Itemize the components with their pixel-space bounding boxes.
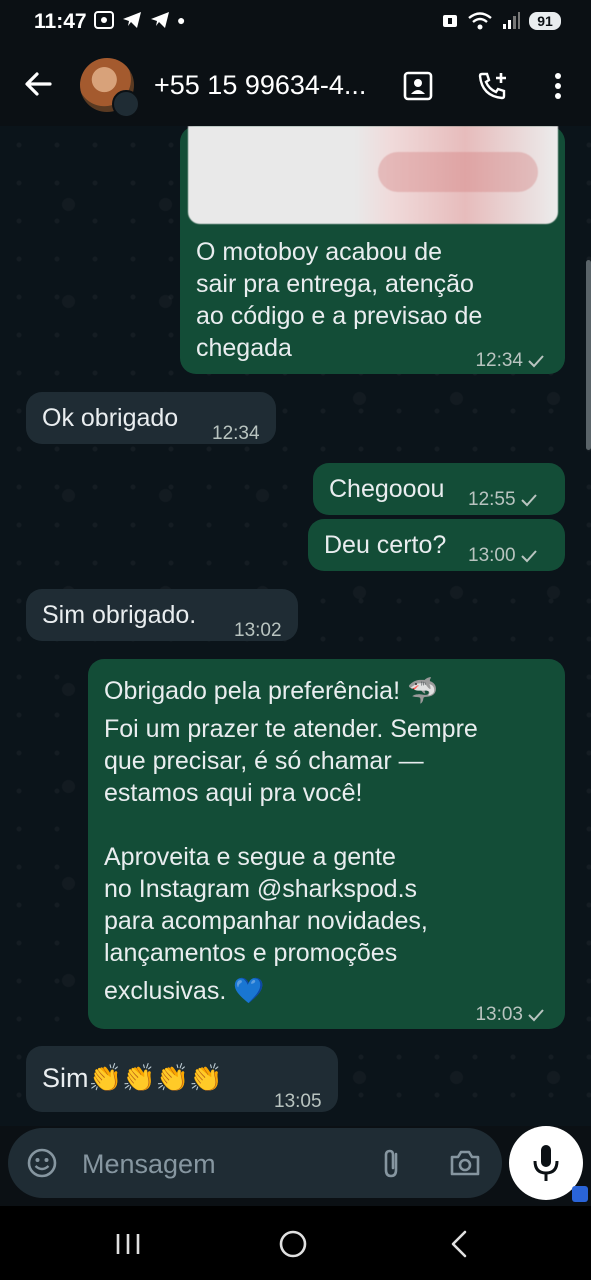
message-text: Chegooou	[329, 475, 445, 503]
dot-icon: ●	[177, 12, 186, 28]
system-icons: 91	[441, 11, 561, 31]
image-preview[interactable]	[188, 126, 558, 224]
message-time: 13:02	[234, 620, 282, 641]
chat-area[interactable]: O motoboy acabou de sair pra entrega, at…	[0, 126, 591, 1126]
sent-check-icon	[528, 1009, 544, 1022]
message-text-line: que precisar, é só chamar —	[104, 747, 424, 775]
message-bubble-outgoing[interactable]: Chegooou 12:55	[313, 463, 565, 515]
message-time: 12:34	[212, 423, 260, 444]
screenshot-icon	[94, 11, 114, 29]
message-text-line: ao código e a previsao de	[196, 302, 483, 330]
message-bubble-incoming[interactable]: Sim obrigado. 13:02	[26, 589, 298, 641]
sent-check-icon	[520, 550, 537, 563]
more-vertical-icon[interactable]	[540, 68, 576, 104]
status-time: 11:47	[34, 10, 87, 33]
camera-icon[interactable]	[448, 1146, 482, 1180]
message-bubble-outgoing[interactable]: O motoboy acabou de sair pra entrega, at…	[180, 126, 565, 374]
message-text-line: estamos aqui pra você!	[104, 779, 363, 807]
message-time: 13:03	[475, 999, 545, 1031]
sent-check-icon	[520, 494, 537, 507]
chat-header: +55 15 99634-4...	[0, 46, 591, 126]
sim-icon	[443, 15, 457, 27]
message-time: 12:55	[468, 484, 538, 516]
message-text-line: no Instagram @sharkspod.s	[104, 875, 418, 903]
message-text-line: chegada	[196, 334, 292, 362]
app-badge-icon	[572, 1186, 588, 1202]
message-bubble-incoming[interactable]: Sim👏👏👏👏 13:05	[26, 1046, 338, 1112]
navigation-bar	[0, 1206, 591, 1280]
attach-icon[interactable]	[376, 1146, 408, 1180]
telegram-icon	[123, 12, 141, 28]
message-text: Sim👏👏👏👏	[42, 1063, 223, 1093]
signal-icon	[503, 12, 520, 29]
message-bubble-outgoing[interactable]: Obrigado pela preferência! 🦈 Foi um praz…	[88, 659, 565, 1029]
contact-name[interactable]: +55 15 99634-4...	[154, 70, 384, 101]
emoji-icon[interactable]	[26, 1147, 58, 1179]
sent-check-icon	[528, 355, 544, 368]
status-ring-icon	[112, 90, 140, 118]
message-bubble-outgoing[interactable]: Deu certo? 13:00	[308, 519, 565, 571]
microphone-icon	[533, 1145, 559, 1181]
telegram-icon	[151, 12, 169, 28]
message-text-line: Aproveita e segue a gente	[104, 843, 396, 871]
message-text-line: O motoboy acabou de	[196, 238, 442, 266]
wifi-icon	[468, 12, 492, 30]
recent-apps-icon[interactable]	[110, 1226, 146, 1262]
message-text-line: lançamentos e promoções	[104, 939, 398, 967]
message-text-line: Obrigado pela preferência! 🦈	[104, 677, 439, 705]
message-bubble-incoming[interactable]: Ok obrigado 12:34	[26, 392, 276, 444]
message-input[interactable]	[80, 1142, 364, 1186]
message-text-line: exclusivas. 💙	[104, 977, 265, 1005]
home-icon[interactable]	[275, 1226, 311, 1262]
scrollbar[interactable]	[586, 260, 591, 450]
back-arrow-icon[interactable]	[20, 66, 56, 102]
status-bar: 11:47 ● 91	[0, 0, 591, 46]
message-text: Deu certo?	[324, 531, 447, 559]
contact-card-icon[interactable]	[400, 68, 436, 104]
battery-indicator: 91	[529, 12, 561, 30]
message-composer	[8, 1128, 502, 1198]
message-text: Ok obrigado	[42, 404, 179, 432]
message-text-line: para acompanhar novidades,	[104, 907, 428, 935]
back-nav-icon[interactable]	[442, 1226, 478, 1262]
message-time: 13:00	[468, 540, 538, 572]
message-text: Sim obrigado.	[42, 601, 197, 629]
message-text-line: Foi um prazer te atender. Sempre	[104, 715, 478, 743]
message-time: 13:05	[274, 1091, 322, 1112]
message-text-line: sair pra entrega, atenção	[196, 270, 474, 298]
message-time: 12:34	[475, 345, 545, 377]
notification-icons: ●	[93, 10, 185, 30]
add-call-icon[interactable]	[474, 68, 510, 104]
